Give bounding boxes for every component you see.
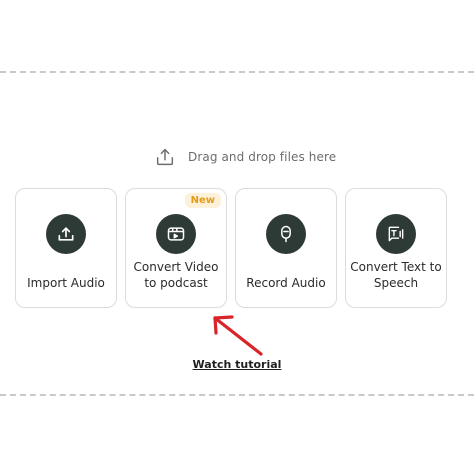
drop-zone-hint[interactable]: Drag and drop files here — [154, 146, 336, 168]
text-to-speech-card[interactable]: Convert Text to Speech — [345, 188, 447, 308]
microphone-icon — [266, 214, 306, 254]
upload-icon — [156, 148, 174, 166]
card-label: Record Audio — [246, 276, 326, 290]
drop-hint-text: Drag and drop files here — [188, 150, 337, 164]
red-arrow-annotation — [213, 315, 263, 356]
card-label: Convert Text to Speech — [350, 260, 442, 290]
record-audio-card[interactable]: Record Audio — [235, 188, 337, 308]
convert-video-card[interactable]: New Convert Video to podcast — [125, 188, 227, 308]
bottom-dashed-divider — [0, 394, 474, 396]
import-audio-card[interactable]: Import Audio — [15, 188, 117, 308]
top-dashed-divider — [0, 71, 474, 73]
new-badge: New — [184, 193, 221, 208]
text-to-speech-icon — [376, 214, 416, 254]
card-label: Convert Video to podcast — [133, 260, 219, 290]
action-cards: Import Audio New Convert Video to podcas… — [15, 188, 447, 308]
upload-icon — [46, 214, 86, 254]
video-icon — [156, 214, 196, 254]
watch-tutorial-link[interactable]: Watch tutorial — [0, 358, 474, 371]
card-label: Import Audio — [27, 276, 105, 290]
